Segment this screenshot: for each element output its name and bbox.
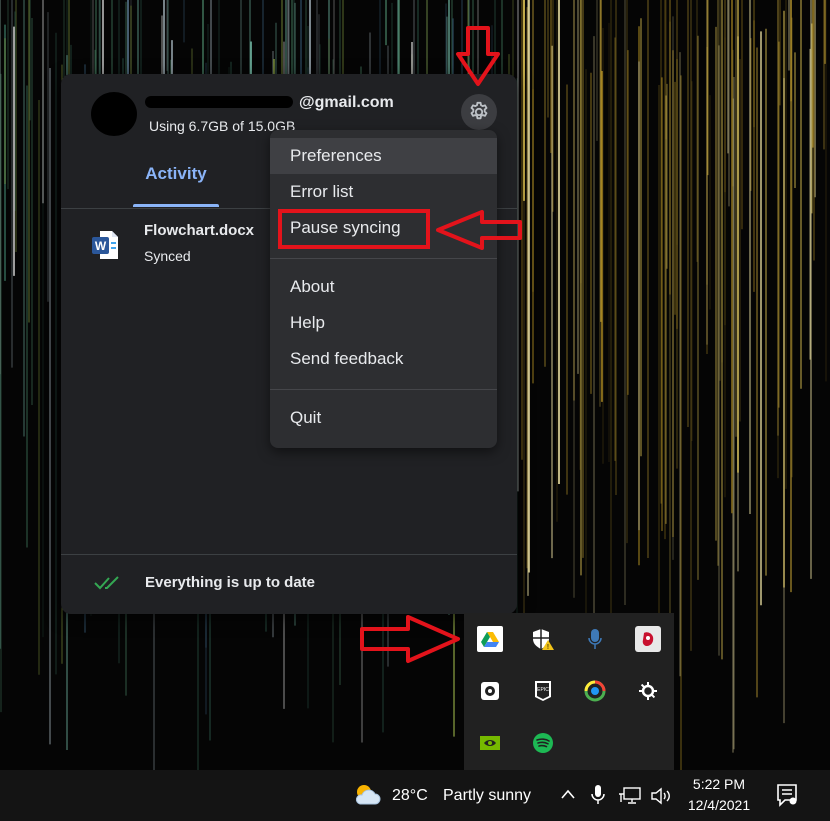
bloody-mouse-icon[interactable] <box>635 626 661 652</box>
hidden-tray-icons: ! EPIC <box>464 613 674 770</box>
color-app-icon[interactable] <box>582 678 608 704</box>
clock[interactable]: 5:22 PM 12/4/2021 <box>672 774 766 816</box>
chevron-up-icon[interactable] <box>560 788 576 800</box>
taskbar: 28°C Partly sunny 5:22 PM 12/4/2021 <box>0 770 830 821</box>
notification-center-icon[interactable] <box>776 783 798 807</box>
svg-text:!: ! <box>547 644 549 651</box>
spotify-icon[interactable] <box>530 730 556 756</box>
arrow-down-icon <box>456 26 500 86</box>
annotation-overlay <box>278 26 522 663</box>
clock-date: 12/4/2021 <box>687 797 751 813</box>
network-icon[interactable] <box>618 786 642 806</box>
arrow-left-icon <box>436 210 522 250</box>
svg-text:EPIC: EPIC <box>537 687 549 693</box>
windows-security-warning-icon[interactable]: ! <box>530 626 556 652</box>
arrow-right-icon <box>360 615 460 663</box>
microphone-icon[interactable] <box>582 626 608 652</box>
clock-time: 5:22 PM <box>692 776 746 792</box>
partly-sunny-icon <box>355 785 381 805</box>
nvidia-icon[interactable] <box>477 730 503 756</box>
epic-games-icon[interactable]: EPIC <box>530 678 556 704</box>
weather-temperature[interactable]: 28°C <box>392 787 428 805</box>
weather-condition[interactable]: Partly sunny <box>443 787 531 805</box>
volume-icon[interactable] <box>650 786 674 806</box>
microphone-icon[interactable] <box>590 784 606 806</box>
google-drive-icon[interactable] <box>477 626 503 652</box>
steelseries-icon[interactable] <box>635 678 661 704</box>
gear-app-icon[interactable] <box>477 678 503 704</box>
highlight-box <box>278 209 430 249</box>
